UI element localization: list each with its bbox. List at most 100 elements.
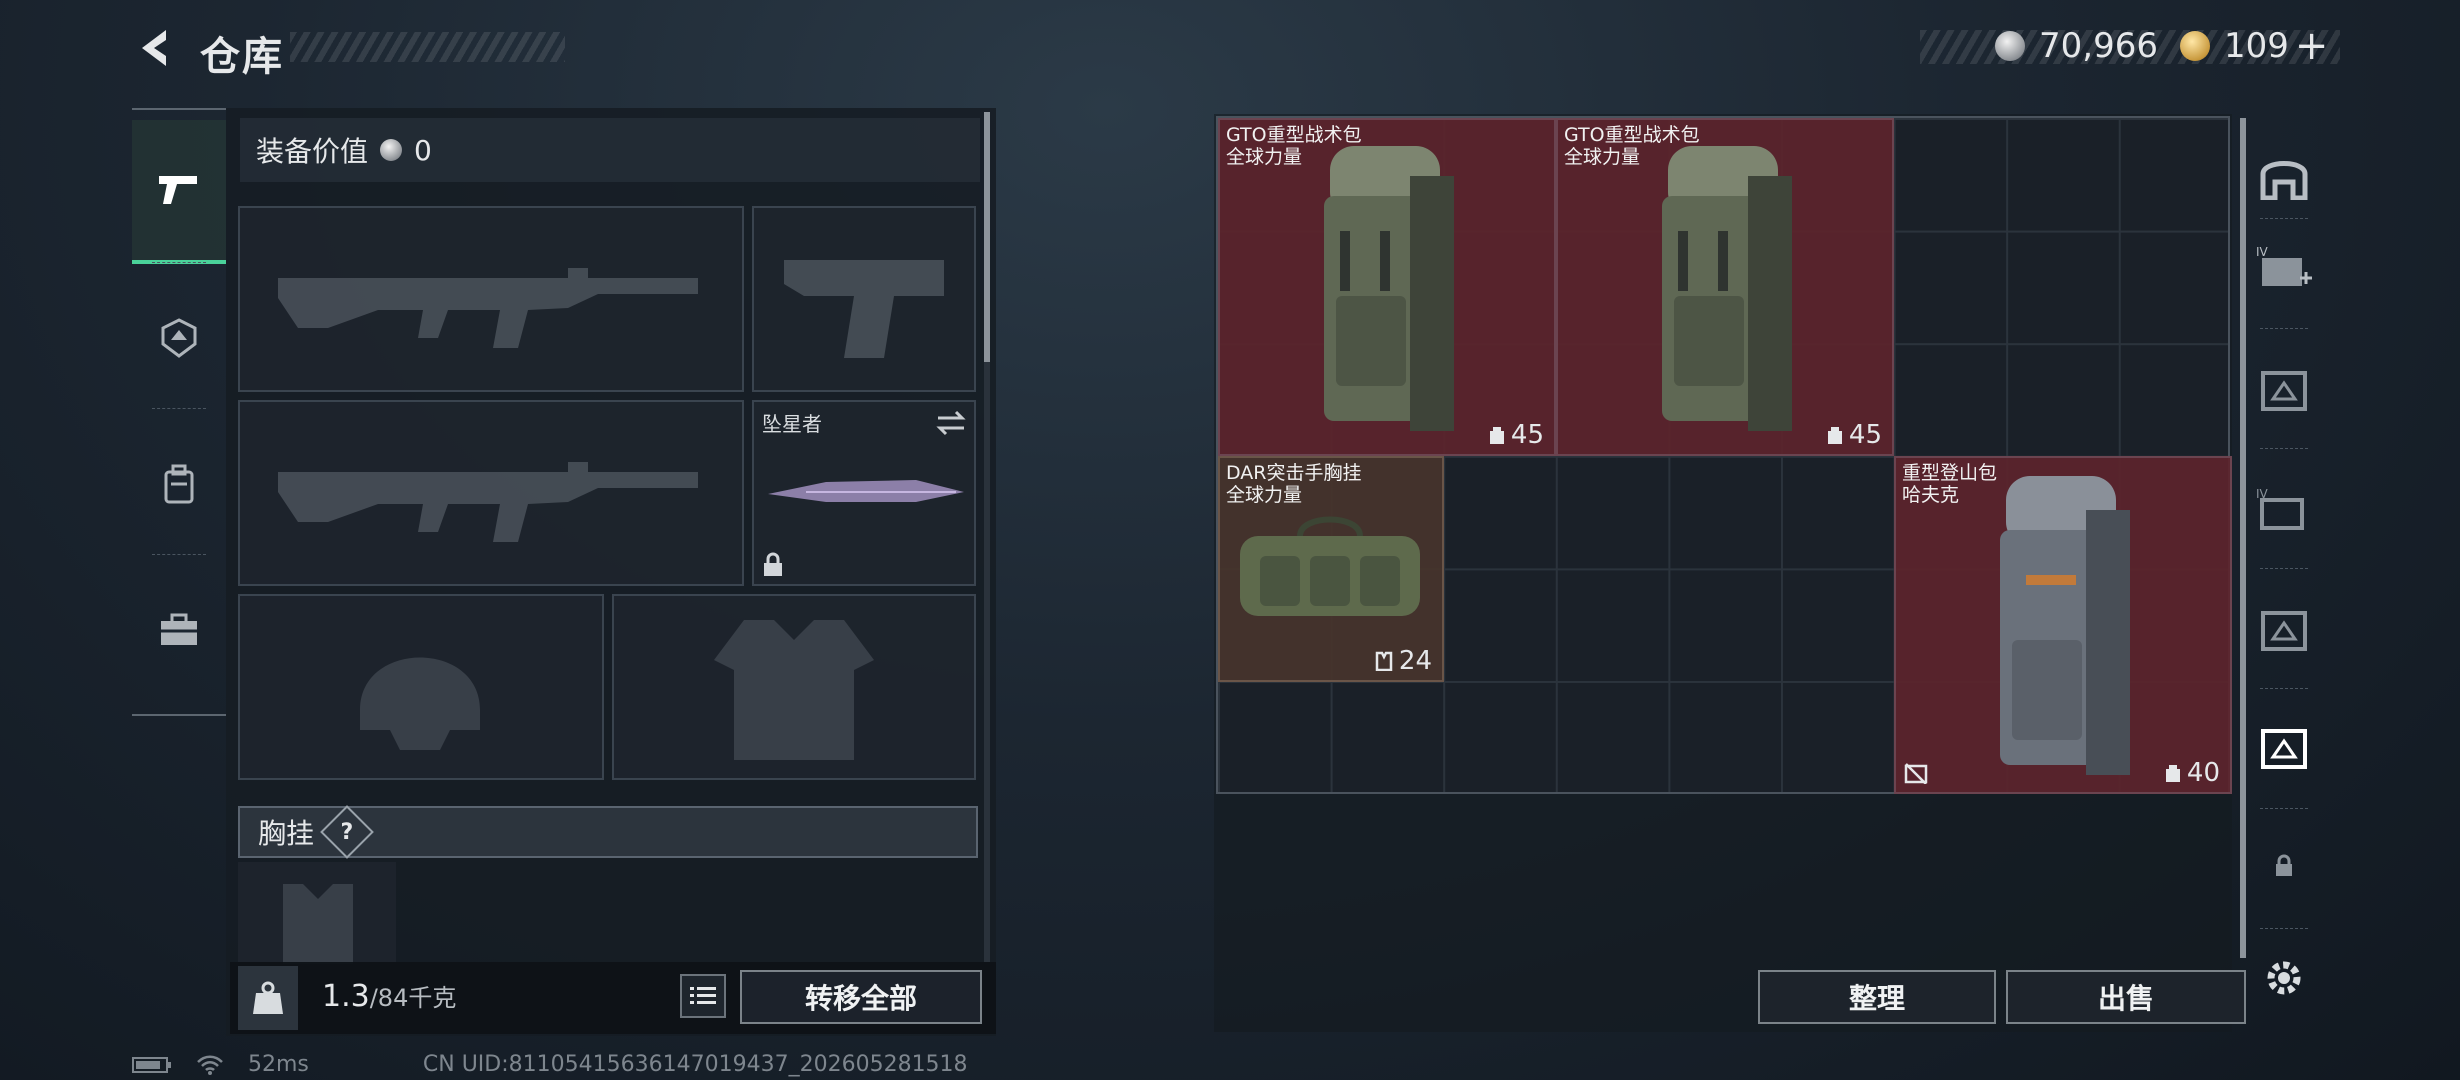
- weight-value: 1.3: [322, 979, 370, 1014]
- sidearm-slot[interactable]: [752, 206, 976, 392]
- list-icon: [690, 987, 716, 1004]
- item-capacity: 45: [1848, 420, 1882, 450]
- status-bar: 52ms CN UID:81105415636147019437_2026052…: [132, 1052, 968, 1077]
- chevron-left-icon: [142, 30, 166, 66]
- stash-page-5-active[interactable]: [2254, 718, 2314, 778]
- locked-page: [2254, 836, 2314, 896]
- no-insure-icon: [1904, 763, 1928, 784]
- item-name: GTO重型战术包: [1564, 124, 1700, 146]
- primary-weapon-slot[interactable]: [238, 206, 744, 392]
- case-iv-icon: IV: [2256, 245, 2312, 286]
- currency-display: 70,966 109 +: [1995, 22, 2328, 70]
- help-button[interactable]: ?: [320, 805, 374, 859]
- backpack-icon: [2000, 476, 2130, 775]
- loadout-scrollbar[interactable]: [984, 112, 990, 962]
- case-icon: [2261, 611, 2307, 651]
- user-uid: CN UID:81105415636147019437_202605281518: [422, 1052, 968, 1077]
- stash-grid: GTO重型战术包 全球力量 45 GTO重型战术包 全球力量 45 DAR突击手胸挂…: [1216, 116, 2232, 794]
- stash-item[interactable]: GTO重型战术包 全球力量 45: [1218, 118, 1556, 456]
- item-name: DAR突击手胸挂: [1226, 462, 1362, 484]
- backpack-icon: [1662, 146, 1792, 431]
- gold-coin-icon: [2179, 31, 2210, 61]
- back-button[interactable]: [132, 24, 180, 72]
- section-title: 胸挂: [258, 817, 315, 850]
- silver-amount: 70,966: [2039, 26, 2158, 66]
- capacity-icon: [1375, 651, 1393, 671]
- melee-name: 坠星者: [762, 412, 822, 436]
- equipment-value: 0: [414, 133, 432, 167]
- lock-icon: [764, 552, 782, 576]
- title-decoration: [290, 32, 565, 62]
- secondary-weapon-slot[interactable]: [238, 400, 744, 586]
- stash-page-2[interactable]: [2254, 360, 2314, 420]
- silver-coin-icon: [1995, 31, 2025, 61]
- gear-icon: [2267, 961, 2301, 995]
- item-brand: 全球力量: [1564, 146, 1641, 168]
- rifle-silhouette-icon: [278, 462, 698, 542]
- tab-weapons[interactable]: [132, 120, 226, 264]
- sell-button[interactable]: 出售: [2006, 970, 2246, 1024]
- item-capacity: 24: [1398, 646, 1432, 676]
- warehouse-icon: [2260, 161, 2308, 200]
- svg-text:IV: IV: [2256, 245, 2269, 259]
- stash-item[interactable]: 重型登山包 哈夫克 40: [1894, 456, 2232, 794]
- backpack-tab-icon: [164, 464, 194, 504]
- page-title: 仓库: [200, 34, 284, 80]
- item-brand: 全球力量: [1226, 146, 1303, 168]
- chest-rig-slot[interactable]: [238, 862, 396, 964]
- category-rail: [132, 108, 226, 716]
- silver-coin-icon: [380, 139, 403, 161]
- pistol-silhouette-icon: [784, 260, 944, 358]
- list-view-button[interactable]: [680, 974, 726, 1018]
- stash-item[interactable]: GTO重型战术包 全球力量 45: [1556, 118, 1894, 456]
- pistol-icon: [159, 176, 197, 204]
- item-capacity: 40: [2186, 758, 2220, 788]
- capacity-icon: [2165, 765, 2180, 782]
- add-currency-button[interactable]: +: [2295, 23, 2329, 69]
- case-icon: [2261, 371, 2307, 411]
- lock-icon: [2276, 854, 2292, 876]
- chest-rig-icon: [1240, 516, 1420, 616]
- item-name: GTO重型战术包: [1226, 124, 1362, 146]
- equipment-value-bar: 装备价值 0: [240, 118, 980, 182]
- stash-page-rail: IV IV: [2254, 118, 2314, 1018]
- settings-button[interactable]: [2254, 948, 2314, 1008]
- item-brand: 哈夫克: [1902, 484, 1960, 506]
- knife-icon: [768, 480, 964, 502]
- helmet-slot[interactable]: [238, 594, 604, 780]
- transfer-all-button[interactable]: 转移全部: [740, 970, 982, 1024]
- stash-page-iv-2[interactable]: IV: [2254, 480, 2314, 540]
- item-brand: 全球力量: [1226, 484, 1303, 506]
- wifi-icon: [197, 1055, 223, 1075]
- tab-containers[interactable]: [132, 414, 226, 554]
- sort-button[interactable]: 整理: [1758, 970, 1996, 1024]
- chest-rig-section-header: 胸挂 ?: [238, 805, 978, 859]
- stash-scrollbar[interactable]: [2240, 118, 2246, 958]
- stash-page-iv-1[interactable]: IV: [2254, 238, 2314, 298]
- capacity-icon: [1827, 427, 1842, 444]
- helmet-badge-icon: [161, 318, 197, 358]
- rifle-silhouette-icon: [278, 268, 698, 348]
- backpack-icon: [1324, 146, 1454, 431]
- weight-icon: [238, 966, 298, 1030]
- case-icon: [2261, 729, 2307, 769]
- tab-gear[interactable]: [132, 268, 226, 408]
- weight-capacity: /84千克: [369, 984, 457, 1012]
- gold-amount: 109: [2223, 26, 2289, 66]
- stash-home-button[interactable]: [2254, 148, 2314, 208]
- equipment-value-label: 装备价值: [256, 135, 369, 168]
- ping: 52ms: [248, 1052, 309, 1077]
- armor-silhouette-icon: [714, 620, 874, 760]
- body-armor-slot[interactable]: [612, 594, 976, 780]
- battery-icon: [132, 1056, 171, 1073]
- chest-rig-silhouette-icon: [283, 884, 353, 964]
- melee-slot[interactable]: 坠星者: [752, 400, 976, 586]
- stash-page-4[interactable]: [2254, 600, 2314, 660]
- item-capacity: 45: [1510, 420, 1544, 450]
- stash-item[interactable]: DAR突击手胸挂 全球力量 24: [1218, 456, 1444, 682]
- tab-supplies[interactable]: [132, 560, 226, 700]
- carry-weight: 1.3/84千克: [322, 978, 456, 1014]
- swap-icon[interactable]: [936, 410, 966, 436]
- helmet-silhouette-icon: [360, 657, 480, 750]
- case-iv-icon: IV: [2256, 487, 2304, 530]
